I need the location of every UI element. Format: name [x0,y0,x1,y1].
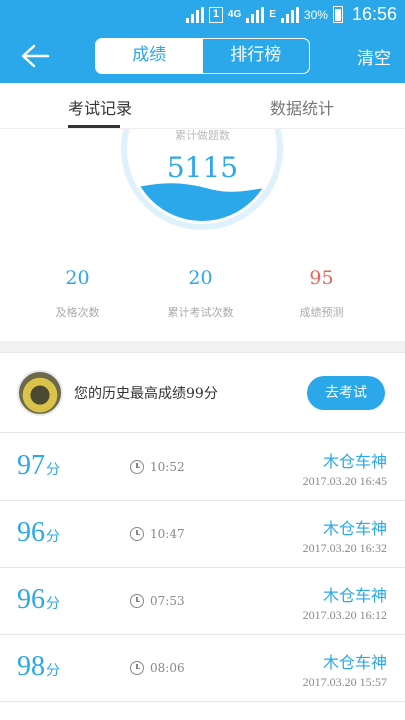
progress-gauge [121,129,283,230]
status-bar: 1 4G E 30% 16:56 [0,0,405,30]
score-prediction-label: 成绩预测 [299,306,344,319]
tab-exam-records[interactable]: 考试记录 [68,95,132,119]
network-type-2: E [269,9,276,20]
network-type: 4G [227,9,242,20]
tab-data-stats[interactable]: 数据统计 [270,95,334,119]
record-score: 97分 [17,450,60,481]
record-title: 木仓车神 [322,519,387,538]
tab-bar: 考试记录 数据统计 [0,83,405,129]
record-datetime: 2017.03.20 16:12 [302,608,387,622]
exam-count-label: 累计考试次数 [167,306,234,319]
record-title: 木仓车神 [322,452,387,471]
record-datetime: 2017.03.20 16:45 [302,474,387,488]
top-bar: 1 4G E 30% 16:56 成绩 排行榜 清空 [0,0,405,83]
record-datetime: 2017.03.20 16:32 [302,541,387,555]
best-score-row: 您的历史最高成绩99分 去考试 [0,353,405,433]
score-prediction: 95 [309,267,334,289]
signal-icon-3 [280,6,299,23]
record-duration: 07:53 [130,594,185,608]
record-score: 98分 [17,651,60,682]
avatar [17,370,63,416]
record-row[interactable]: 97分 10:52 木仓车神 2017.03.20 16:45 [0,434,405,501]
clock-icon [130,661,144,675]
clock-icon [130,527,144,541]
exam-count: 20 [188,267,213,289]
sim-slot-badge: 1 [208,6,223,23]
app-header: 成绩 排行榜 清空 [0,30,405,83]
best-score-text: 您的历史最高成绩99分 [74,386,218,402]
record-duration: 10:52 [130,460,185,474]
record-row[interactable]: 98分 08:06 木仓车神 2017.03.20 15:57 [0,635,405,702]
clear-button[interactable]: 清空 [357,44,391,69]
record-score: 96分 [17,517,60,548]
section-divider [0,341,405,353]
total-questions-value: 5115 [166,151,239,184]
record-score: 96分 [17,584,60,615]
segment-scores[interactable]: 成绩 [96,39,203,73]
summary-panel: 累计做题数 5115 20 及格次数 20 累计考试次数 95 成绩预测 [0,129,405,341]
passed-count: 20 [65,267,90,289]
passed-count-label: 及格次数 [55,306,100,319]
record-row[interactable]: 96分 10:47 木仓车神 2017.03.20 16:32 [0,501,405,568]
record-row[interactable]: 96分 07:53 木仓车神 2017.03.20 16:12 [0,568,405,635]
signal-icon [185,6,204,23]
record-datetime: 2017.03.20 15:57 [302,675,387,689]
signal-icon-2 [246,6,265,23]
battery-icon [332,6,343,23]
status-time: 16:56 [351,4,397,24]
record-duration: 08:06 [130,661,185,675]
record-title: 木仓车神 [322,653,387,672]
arrow-left-icon[interactable] [18,41,52,71]
total-questions-label: 累计做题数 [175,129,230,142]
clock-icon [130,594,144,608]
take-exam-button[interactable]: 去考试 [307,376,385,410]
record-title: 木仓车神 [322,586,387,605]
clock-icon [130,460,144,474]
segment-ranking[interactable]: 排行榜 [203,39,310,73]
battery-percent: 30% [303,7,328,22]
segment-control: 成绩 排行榜 [95,38,310,74]
active-tab-indicator [68,125,120,128]
record-duration: 10:47 [130,527,185,541]
